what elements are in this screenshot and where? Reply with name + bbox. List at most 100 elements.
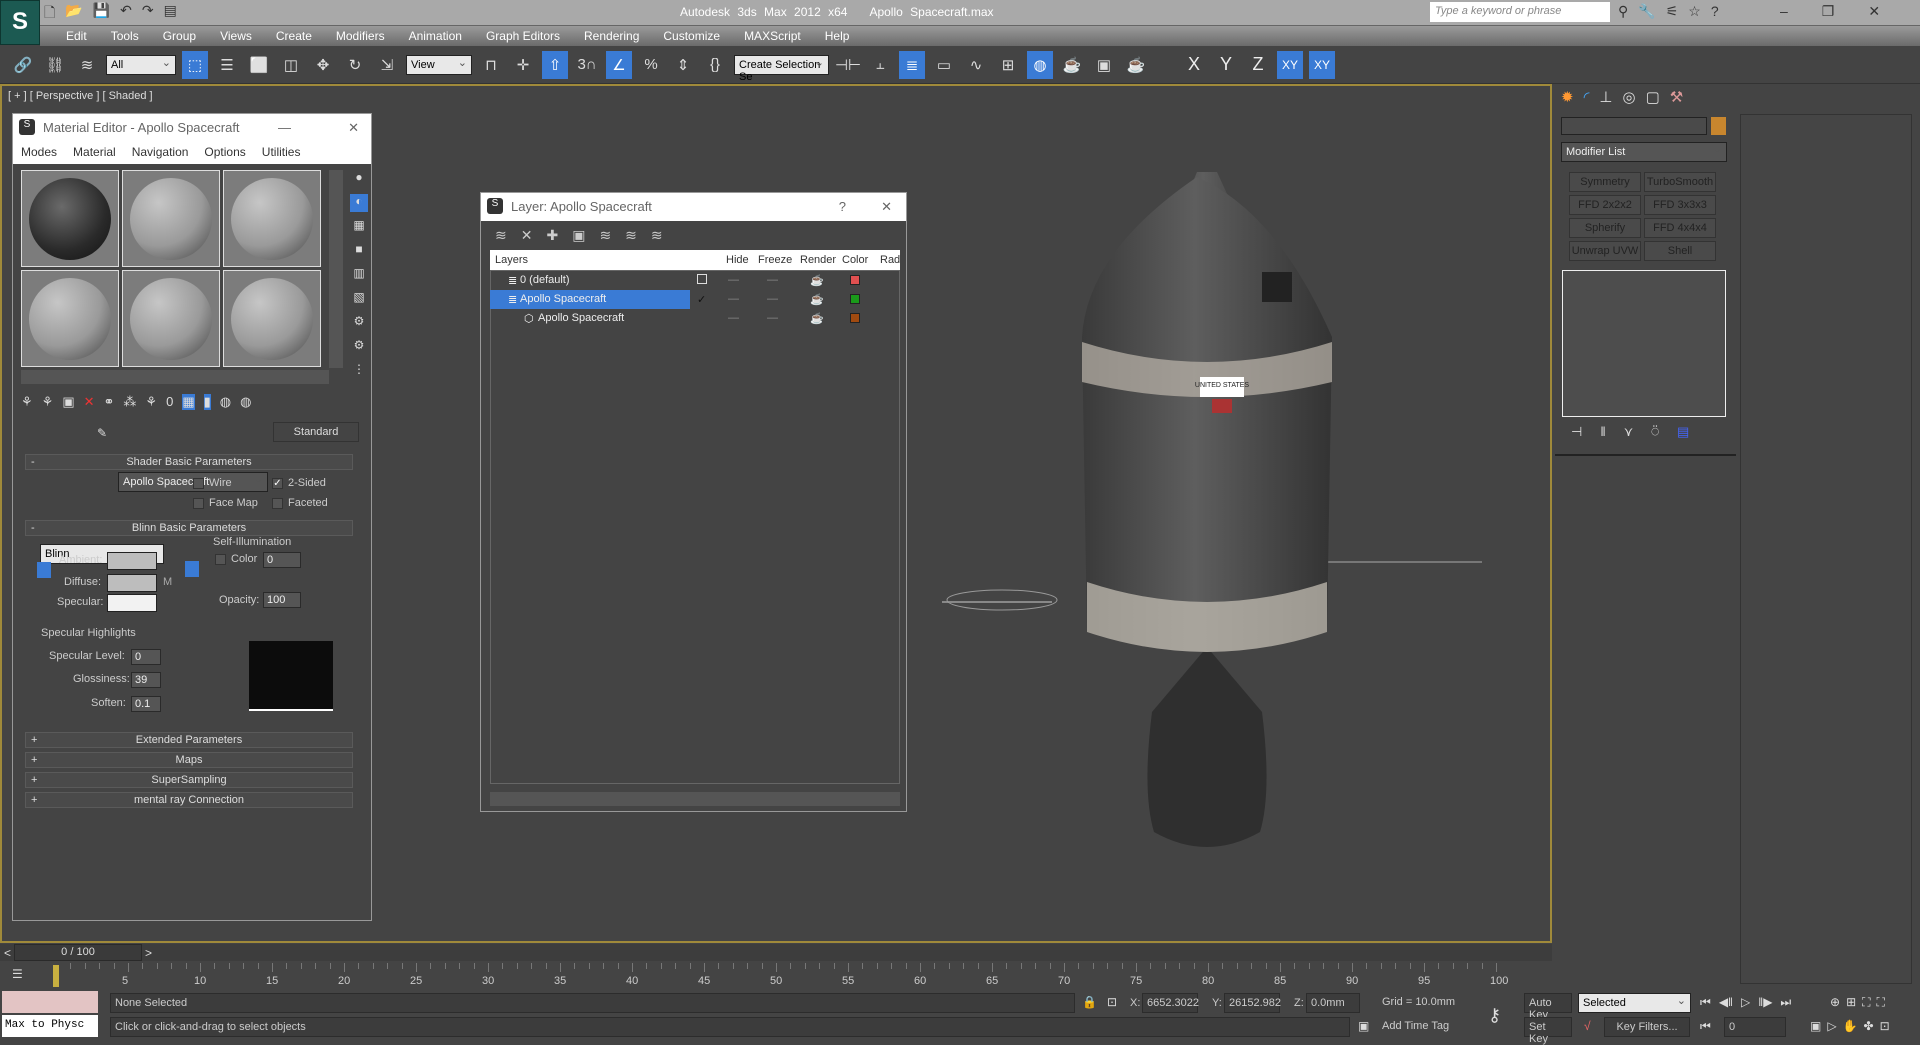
menu-edit[interactable]: Edit [54, 26, 99, 46]
wire-checkbox[interactable] [193, 478, 204, 489]
menu-modifiers[interactable]: Modifiers [324, 26, 397, 46]
extended-parameters-rollout[interactable]: + Extended Parameters [25, 732, 353, 748]
hide-toggle[interactable]: — [728, 293, 739, 305]
curve-editor-mini-icon[interactable]: ☰ [12, 967, 23, 981]
rendered-frame-icon[interactable]: ▣ [1091, 51, 1117, 79]
mirror-icon[interactable]: ⊣⊢ [835, 51, 861, 79]
create-layer-icon[interactable]: ≋ [495, 227, 507, 244]
add-to-layer-icon[interactable]: ✚ [546, 227, 558, 244]
supersampling-rollout[interactable]: + SuperSampling [25, 772, 353, 788]
keyboard-shortcut-override-icon[interactable]: ⇧ [542, 50, 568, 79]
eyedropper-icon[interactable]: ✎ [97, 426, 107, 440]
layer-row[interactable]: ≣ 0 (default) — — ☕ [490, 271, 900, 290]
lock-icon[interactable] [185, 561, 199, 577]
project-folder-icon[interactable]: ▤ [164, 2, 177, 24]
uv-tiling-icon[interactable]: ■ [350, 242, 368, 260]
menu-options[interactable]: Options [204, 145, 245, 161]
make-unique-icon[interactable]: ⋎ [1624, 424, 1634, 440]
column-layers[interactable]: Layers [495, 254, 528, 266]
reset-map-icon[interactable]: ✕ [84, 394, 95, 410]
sample-slot[interactable] [223, 270, 321, 367]
star-icon[interactable]: ☆ [1688, 3, 1701, 20]
menu-help[interactable]: Help [813, 26, 862, 46]
blinn-basic-parameters-rollout[interactable]: - Blinn Basic Parameters [25, 520, 353, 536]
help-icon[interactable]: ? [1711, 3, 1719, 20]
add-time-tag-button[interactable]: Add Time Tag [1378, 1017, 1474, 1037]
y-coordinate-field[interactable]: 26152.982 [1224, 993, 1281, 1013]
column-color[interactable]: Color [842, 254, 868, 266]
unwrap-uvw-button[interactable]: Unwrap UVW [1569, 241, 1641, 261]
curve-editor-icon[interactable]: ∿ [963, 51, 989, 79]
video-color-check-icon[interactable]: ▥ [350, 266, 368, 284]
menu-views[interactable]: Views [208, 26, 264, 46]
minimize-button[interactable]: — [278, 120, 291, 135]
spinner-snap-icon[interactable]: ⇕ [670, 51, 696, 79]
self-illum-color-checkbox[interactable] [215, 554, 226, 565]
turbosmooth-button[interactable]: TurboSmooth [1644, 172, 1716, 192]
current-frame-field[interactable]: 0 [1724, 1017, 1786, 1037]
column-hide[interactable]: Hide [726, 254, 749, 266]
sample-slot[interactable] [122, 270, 220, 367]
symmetry-button[interactable]: Symmetry [1569, 172, 1641, 192]
copy-material-icon[interactable]: ⚭ [104, 394, 115, 410]
help-button[interactable]: ? [839, 199, 846, 214]
assign-material-icon[interactable]: ▣ [62, 394, 74, 410]
modifier-stack[interactable] [1562, 270, 1726, 417]
faceted-checkbox[interactable] [272, 498, 283, 509]
sample-slot[interactable] [223, 170, 321, 267]
go-to-start-icon[interactable]: ⏮ [1700, 995, 1711, 1010]
object-color-swatch[interactable] [1711, 117, 1726, 135]
axis-xy-cycle-button[interactable]: XY [1309, 50, 1335, 79]
maximize-viewport-icon[interactable]: ⊡ [1880, 1019, 1890, 1033]
specular-level-spinner[interactable]: 0 [131, 649, 161, 665]
unlink-icon[interactable]: ⛓ [42, 51, 68, 79]
select-by-name-icon[interactable]: ☰ [214, 51, 240, 79]
slots-horizontal-scrollbar[interactable] [21, 370, 329, 384]
prev-frame-arrow[interactable]: < [4, 946, 11, 960]
freeze-toggle[interactable]: — [767, 274, 778, 286]
help-search-input[interactable]: Type a keyword or phrase [1430, 2, 1610, 22]
ffd-2x2x2-button[interactable]: FFD 2x2x2 [1569, 195, 1641, 215]
app-logo-button[interactable]: S [0, 0, 40, 45]
maxscript-listener-mini[interactable] [2, 991, 98, 1013]
render-setup-icon[interactable]: ☕ [1059, 51, 1085, 79]
sample-slot[interactable] [122, 170, 220, 267]
layer-color-swatch[interactable] [850, 313, 860, 323]
utilities-tab-icon[interactable]: ⚒ [1670, 88, 1683, 106]
display-tab-icon[interactable]: ▢ [1646, 88, 1660, 106]
set-key-button[interactable]: Set Key [1524, 1017, 1572, 1045]
percent-snap-icon[interactable]: % [638, 51, 664, 79]
sample-slot[interactable] [21, 270, 119, 367]
wrench-icon[interactable]: 🔧 [1638, 3, 1655, 20]
object-name-field[interactable] [1561, 117, 1707, 135]
minimize-button[interactable]: – [1780, 3, 1788, 20]
maps-rollout[interactable]: + Maps [25, 752, 353, 768]
diffuse-color-swatch[interactable] [107, 574, 157, 592]
hide-all-icon[interactable]: ≋ [625, 227, 637, 244]
make-preview-icon[interactable]: ▧ [350, 290, 368, 308]
pin-stack-icon[interactable]: ⊣ [1571, 424, 1582, 440]
axis-z-button[interactable]: Z [1245, 54, 1271, 75]
show-end-result-icon[interactable]: ‖ [1600, 424, 1605, 440]
menu-navigation[interactable]: Navigation [132, 145, 189, 161]
menu-maxscript[interactable]: MAXScript [732, 26, 813, 46]
sample-type-icon[interactable]: ● [350, 170, 368, 188]
material-editor-icon[interactable]: ◍ [1027, 50, 1053, 79]
next-key-icon[interactable]: ‖▶ [1758, 995, 1772, 1010]
lock-ambient-diffuse-icon[interactable] [37, 562, 51, 578]
go-to-parent-icon[interactable]: ◍ [220, 394, 231, 410]
ffd-4x4x4-button[interactable]: FFD 4x4x4 [1644, 218, 1716, 238]
diffuse-map-button[interactable]: M [163, 576, 172, 588]
render-teapot-icon[interactable]: ☕ [810, 293, 824, 306]
menu-tools[interactable]: Tools [99, 26, 151, 46]
play-icon[interactable]: ▷ [1741, 995, 1750, 1010]
new-file-icon[interactable]: 🗋 [44, 2, 55, 24]
rect-region-icon[interactable]: ⬜ [246, 51, 272, 79]
close-button[interactable]: ✕ [1868, 3, 1880, 20]
z-coordinate-field[interactable]: 0.0mm [1306, 993, 1360, 1013]
snaps-toggle-icon[interactable]: 3∩ [574, 51, 600, 79]
close-button[interactable]: ✕ [348, 120, 359, 136]
set-key-mode-icon[interactable]: ⚷ [1488, 1005, 1501, 1026]
open-file-icon[interactable]: 📂 [65, 2, 82, 24]
axis-xy-button[interactable]: XY [1277, 50, 1303, 79]
